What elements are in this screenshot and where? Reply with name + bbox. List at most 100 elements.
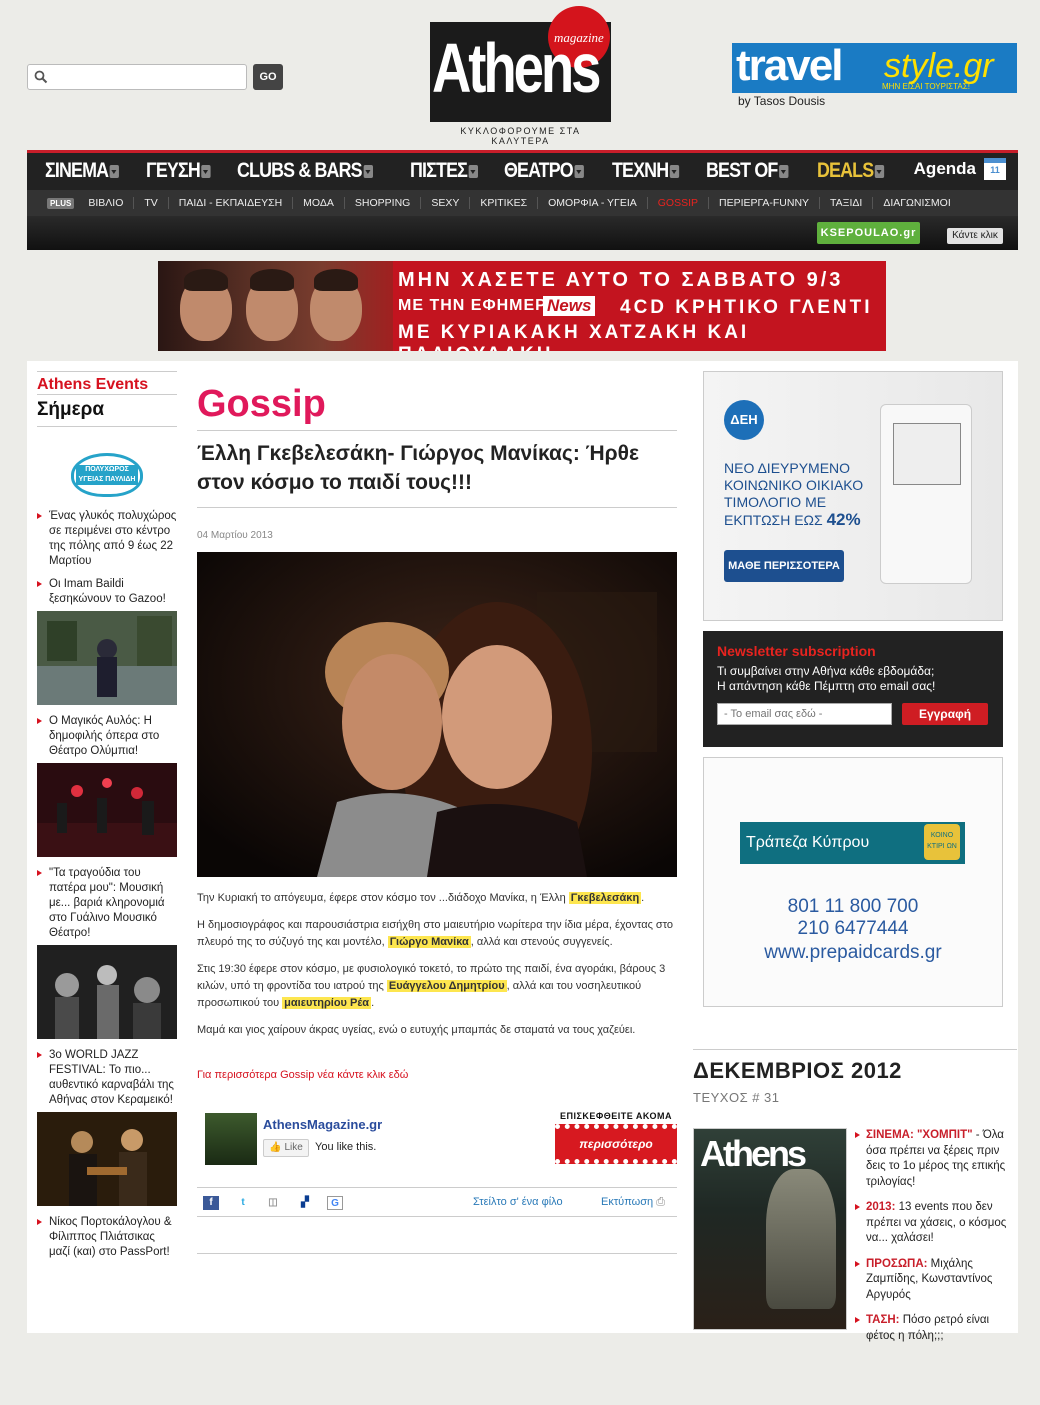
dei-logo: ΔΕΗ (724, 400, 764, 440)
google-icon[interactable]: G (327, 1196, 343, 1210)
logo-tagline: ΚΥΚΛΟΦΟΡΟΥΜΕ ΣΤΑ ΚΑΛΥΤΕΡΑ (460, 126, 581, 146)
bank-url: www.prepaidcards.gr (764, 942, 942, 963)
promo-bar: KSEPOULAO.gr Κάντε κλικ (27, 216, 1018, 250)
subnav-kritikes[interactable]: ΚΡΙΤΙΚΕΣ (470, 197, 539, 209)
event-photo-imam-baildi[interactable] (37, 611, 177, 705)
search-go-button[interactable]: GO (253, 64, 283, 90)
article-headline: Έλλη Γκεβελεσάκη- Γιώργος Μανίκας: Ήρθε … (197, 439, 677, 508)
main-navigation: ΣΙΝΕΜΑ ΓΕΥΣΗ CLUBS & BARS ΠΙΣΤΕΣ ΘΕΑΤΡΟ … (27, 150, 1018, 250)
chevron-down-icon (574, 164, 585, 178)
issue-item[interactable]: ΠΡΟΣΩΠΑ: Μιχάλης Ζαμπίδης, Κωνσταντίνος … (855, 1257, 1019, 1304)
subnav-diagonismoi[interactable]: ΔΙΑΓΩΝΙΣΜΟΙ (873, 197, 960, 209)
subnav-tv[interactable]: TV (134, 197, 169, 209)
fb-page-thumbnail[interactable] (205, 1113, 257, 1165)
newsletter-email-input[interactable] (717, 703, 892, 725)
dei-learn-more-button[interactable]: ΜΑΘΕ ΠΕΡΙΣΣΟΤΕΡΑ (724, 550, 844, 582)
kante-klik-button[interactable]: Κάντε κλικ (947, 228, 1003, 244)
subnav-shopping[interactable]: SHOPPING (345, 197, 422, 209)
event-photo-portokaloglou[interactable] (37, 1112, 177, 1206)
arrow-icon (855, 1204, 863, 1247)
paragraph-3: Στις 19:30 έφερε στον κόσμο, με φυσιολογ… (197, 963, 666, 1009)
subnav-paidi[interactable]: ΠΑΙΔΙ - ΕΚΠΑΙΔΕΥΣΗ (169, 197, 294, 209)
ksepoulao-badge[interactable]: KSEPOULAO.gr (817, 222, 920, 244)
content-panel: Athens Events Σήμερα ΠΟΛΥΧΩΡΟΣ ΥΓΕΙΑΣ ΠΑ… (27, 361, 1019, 1342)
highlight-name-elli[interactable]: Γκεβελεσάκη (568, 892, 642, 904)
ugeias-pavlidi-logo[interactable]: ΠΟΛΥΧΩΡΟΣ ΥΓΕΙΑΣ ΠΑΥΛΙΔΗ (71, 447, 143, 503)
nav-best-of[interactable]: BEST OF (706, 159, 788, 183)
search-box[interactable] (27, 64, 247, 90)
news-logo: News (543, 296, 596, 316)
more-gossip-link[interactable]: Για περισσότερα Gossip νέα κάντε κλικ εδ… (197, 1069, 677, 1081)
event-photo-concert[interactable] (37, 763, 177, 857)
bank-of-cyprus-ad[interactable]: Τράπεζα Κύπρου ΚΟΙΝΟ ΚΤΙΡΙ ΩΝ 801 11 800 … (703, 757, 1003, 1007)
nav-geusi[interactable]: ΓΕΥΣΗ (146, 159, 212, 183)
fb-like-button[interactable]: 👍 Like (263, 1139, 309, 1157)
event-item[interactable]: Ο Μαγικός Αυλός: Η δημοφιλής όπερα στο Θ… (37, 714, 177, 759)
search-icon (34, 70, 48, 84)
agenda-link[interactable]: Agenda 11 (914, 158, 1006, 180)
bank-logo: Τράπεζα Κύπρου ΚΟΙΝΟ ΚΤΙΡΙ ΩΝ (740, 822, 965, 864)
highlight-clinic[interactable]: μαιευτηρίου Ρέα (282, 997, 372, 1009)
nav-pistes[interactable]: ΠΙΣΤΕΣ (410, 159, 479, 183)
search-input[interactable] (52, 68, 242, 86)
chevron-down-icon (670, 164, 680, 178)
send-to-friend-link[interactable]: Στείλτο σ' ένα φίλο (473, 1196, 563, 1208)
event-item[interactable]: Οι Imam Baildi ξεσηκώνουν το Gazoo! (37, 577, 177, 607)
arrow-icon (37, 1219, 45, 1260)
plus-badge: PLUS (47, 197, 75, 209)
nav-sinema[interactable]: ΣΙΝΕΜΑ (45, 159, 120, 183)
facebook-icon[interactable]: f (203, 1196, 219, 1210)
event-item[interactable]: 3ο WORLD JAZZ FESTIVAL: Το πιο... αυθεντ… (37, 1048, 177, 1108)
nav-clubs-bars[interactable]: CLUBS & BARS (237, 159, 373, 183)
article-date: 04 Μαρτίου 2013 (197, 530, 273, 541)
issue-item[interactable]: ΣΙΝΕΜΑ: "ΧΟΜΠΙΤ" - Όλα όσα πρέπει να ξέρ… (855, 1128, 1019, 1190)
event-item[interactable]: Ένας γλυκός πολυχώρος σε περιμένει στο κ… (37, 509, 177, 569)
banner-line2b: 4CD ΚΡΗΤΙΚΟ ΓΛΕΝΤΙ (620, 297, 873, 318)
travelstyle-banner[interactable]: travel style.gr ΜΗΝ ΕΙΣΑΙ ΤΟΥΡΙΣΤΑΣ! by … (732, 41, 1017, 108)
banner-line3: ΜΕ ΚΥΡΙΑΚΑΚΗ ΧΑΤΖΑΚΗ ΚΑΙ ΠΑΛΙΟΥΔΑΚΗ (398, 322, 750, 351)
arrow-icon (37, 718, 45, 759)
magazine-cover[interactable]: Athens (693, 1128, 847, 1330)
subscribe-button[interactable]: Εγγραφή (902, 703, 988, 725)
issue-item[interactable]: 2013: 13 events που δεν πρέπει να χάσεις… (855, 1200, 1019, 1247)
dei-ad[interactable]: ΔΕΗ ΝΕΟ ΔΙΕΥΡΥΜΕΝΟ ΚΟΙΝΩΝΙΚΟ ΟΙΚΙΑΚΟ ΤΙΜ… (703, 371, 1003, 621)
subnav-sexy[interactable]: SEXY (421, 197, 471, 209)
subnav-taxidi[interactable]: ΤΑΞΙΔΙ (820, 197, 874, 209)
twitter-icon[interactable]: t (235, 1196, 251, 1210)
subnav-moda[interactable]: ΜΟΔΑ (293, 197, 345, 209)
facebook-like-box: AthensMagazine.gr 👍 Like You like this. … (197, 1111, 677, 1181)
chevron-down-icon (363, 164, 373, 178)
events-title[interactable]: Athens Events (37, 371, 177, 395)
nav-deals[interactable]: DEALS (817, 159, 884, 183)
issue-item[interactable]: ΤΑΣΗ: Πόσο ρετρό είναι φέτος η πόλη;;; (855, 1313, 1019, 1344)
delicious-icon[interactable]: ▞ (297, 1196, 313, 1210)
event-item[interactable]: "Τα τραγούδια του πατέρα μου": Μουσική μ… (37, 866, 177, 941)
fb-page-name[interactable]: AthensMagazine.gr (263, 1117, 382, 1132)
issue-title: ΔΕΚΕΜΒΡΙΟΣ 2012 (693, 1049, 1017, 1084)
issue-number: ΤΕΥΧΟΣ # 31 (693, 1090, 780, 1105)
article: Gossip Έλλη Γκεβελεσάκη- Γιώργος Μανίκας… (197, 371, 677, 1254)
arrow-icon (855, 1261, 863, 1304)
subnav-vivlio[interactable]: ΒΙΒΛΙΟ (78, 197, 135, 209)
printer-icon: ⎙ (656, 1196, 666, 1208)
bank-phone2: 210 6477444 (797, 918, 909, 939)
event-photo-jazz-festival[interactable] (37, 945, 177, 1039)
highlight-doctor[interactable]: Ευάγγελου Δημητρίου (386, 980, 507, 992)
chevron-down-icon (201, 164, 212, 178)
nav-texni[interactable]: ΤΕΧΝΗ (612, 159, 680, 183)
event-item[interactable]: Νίκος Πορτοκάλογλου & Φίλιππος Πλιάτσικα… (37, 1215, 177, 1260)
highlight-name-giorgos[interactable]: Γιώργο Μανίκα (387, 936, 471, 948)
nav-theatro[interactable]: ΘΕΑΤΡΟ (504, 159, 585, 183)
subnav-periergarfunny[interactable]: ΠΕΡΙΕΡΓΑ-FUNNY (709, 197, 821, 209)
subnav-omorfia[interactable]: ΟΜΟΡΦΙΑ - ΥΓΕΙΑ (538, 197, 648, 209)
article-body: Την Κυριακή το απόγευμα, έφερε στον κόσμ… (197, 890, 677, 1039)
more-cinema-ad[interactable]: ΕΠΙΣΚΕΦΘΕΙΤΕ ΑΚΟΜΑ περισσότερο σινεμά... (555, 1111, 677, 1181)
paragraph-4: Μαμά και γιος χαίρουν άκρας υγείας, ενώ … (197, 1024, 636, 1036)
digg-icon[interactable]: ◫ (265, 1196, 281, 1210)
chevron-down-icon (778, 164, 788, 178)
news-cd-banner-ad[interactable]: ΜΗΝ ΧΑΣΕΤΕ ΑΥΤΟ ΤΟ ΣΑΒΒΑΤΟ 9/3 ΜΕ ΤΗΝ ΕΦ… (158, 261, 886, 351)
print-link[interactable]: Εκτύπωση ⎙ (601, 1196, 665, 1209)
newsletter-title: Newsletter subscription (717, 643, 876, 659)
subnav-gossip[interactable]: GOSSIP (648, 197, 710, 209)
athens-magazine-logo[interactable]: Athens magazine ΚΥΚΛΟΦΟΡΟΥΜΕ ΣΤΑ ΚΑΛΥΤΕΡ… (430, 6, 611, 146)
